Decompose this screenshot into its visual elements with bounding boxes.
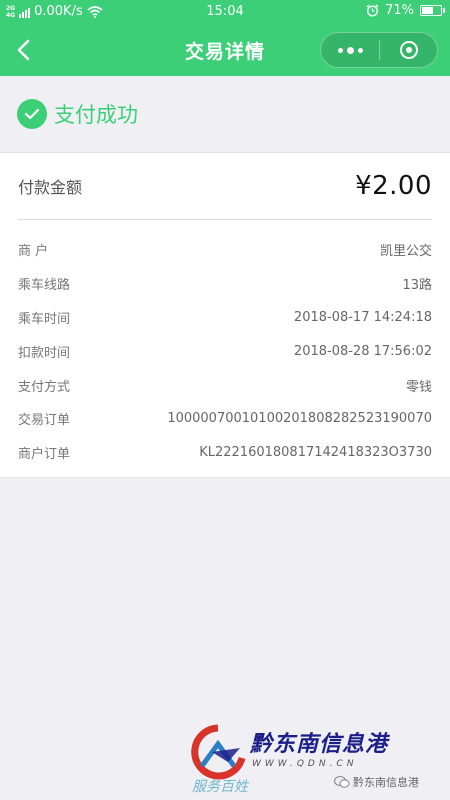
close-target-icon [399,41,418,59]
detail-label: 交易订单 [18,413,71,429]
navigation-bar: 交易详情 [0,24,450,76]
detail-value: 13路 [402,278,432,294]
detail-value: KL222160180817142418323O3730 [199,445,432,461]
detail-value: 2018-08-28 17:56:02 [293,343,432,359]
amount-value: ¥2.00 [355,171,432,201]
amount-label: 付款金额 [18,178,83,197]
detail-label: 扣款时间 [18,345,71,361]
detail-row-route: 乘车线路 13路 [18,267,432,301]
miniprogram-capsule [320,32,438,68]
payment-status-text: 支付成功 [54,103,138,127]
watermark-url: WWW.QDN.CN [252,759,358,769]
watermark-badge: 黔东南信息港 [334,774,419,790]
status-right: 71% [366,3,445,18]
more-button[interactable] [321,33,379,67]
more-dots-icon-center [346,46,354,54]
detail-row-deduction-time: 扣款时间 2018-08-28 17:56:02 [18,334,432,368]
more-dots-icon-right [357,47,363,53]
wechat-account-icon [334,775,350,788]
more-dots-icon [337,47,343,53]
amount-row: 付款金额 ¥2.00 [18,153,432,220]
watermark-tagline: 服务百姓 [192,779,248,795]
check-circle-icon [17,99,47,129]
transaction-detail-card: 付款金额 ¥2.00 商 户 凯里公交 乘车线路 13路 乘车时间 2018-0… [0,152,450,478]
battery-percent: 71% [385,3,414,18]
detail-value: 10000070010100201808282523190070 [167,411,432,427]
detail-value: 2018-08-17 14:24:18 [293,309,432,325]
watermark-logo-icon [191,724,246,780]
detail-label: 乘车时间 [18,311,71,327]
payment-success-header: 支付成功 [0,76,450,152]
detail-value: 凯里公交 [379,244,432,260]
detail-label: 商 户 [18,244,49,260]
detail-value: 零钱 [405,379,432,395]
detail-row-transaction-order: 交易订单 10000070010100201808282523190070 [18,402,432,436]
detail-row-ride-time: 乘车时间 2018-08-17 14:24:18 [18,301,432,335]
detail-label: 乘车线路 [18,278,71,294]
detail-label: 商户订单 [18,447,71,463]
battery-icon [420,5,445,16]
alarm-icon [366,4,379,17]
detail-row-merchant-order: 商户订单 KL222160180817142418323O3730 [18,436,432,470]
battery-level-fill [422,7,434,14]
detail-label: 支付方式 [18,379,71,395]
status-bar: 2G 4G 0.00K/s 15:04 71% [0,0,450,24]
watermark-badge-text: 黔东南信息港 [353,776,419,789]
detail-list: 商 户 凯里公交 乘车线路 13路 乘车时间 2018-08-17 14:24:… [18,233,432,470]
watermark: 黔东南信息港 WWW.QDN.CN 服务百姓 黔东南信息港 [188,722,450,800]
watermark-name: 黔东南信息港 [250,732,389,757]
detail-row-merchant: 商 户 凯里公交 [18,233,432,267]
detail-row-payment-method: 支付方式 零钱 [18,368,432,402]
close-miniprogram-button[interactable] [380,33,437,67]
